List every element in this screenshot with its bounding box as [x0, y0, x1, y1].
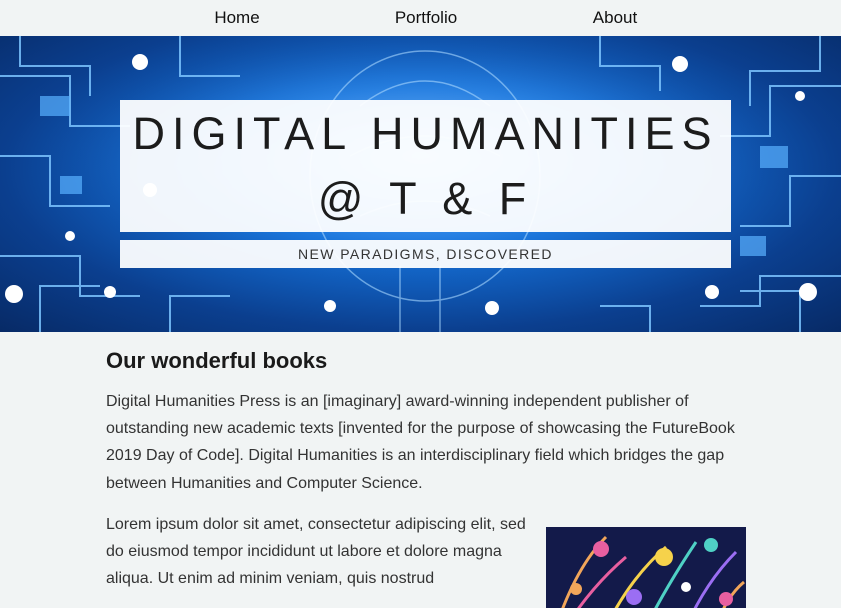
hero-banner: DIGITAL HUMANITIES @ T & F NEW PARADIGMS… [0, 36, 841, 332]
floral-pattern [561, 535, 745, 608]
nav-portfolio-link[interactable]: Portfolio [395, 8, 457, 28]
nav-about-link[interactable]: About [593, 8, 637, 28]
site-title-box: DIGITAL HUMANITIES @ T & F [120, 100, 731, 232]
intro-paragraph: Digital Humanities Press is an [imaginar… [106, 393, 735, 492]
site-subtitle-box: NEW PARADIGMS, DISCOVERED [120, 240, 731, 268]
book-cover-image[interactable] [546, 526, 746, 608]
section-heading: Our wonderful books [106, 348, 328, 373]
main-content: Our wonderful books Digital Humanities P… [106, 348, 746, 608]
site-title-line1: DIGITAL HUMANITIES [132, 108, 719, 159]
nav-home-link[interactable]: Home [214, 8, 259, 28]
book-section: Lorem ipsum dolor sit amet, consectetur … [106, 511, 746, 608]
site-subtitle: NEW PARADIGMS, DISCOVERED [298, 246, 553, 262]
top-nav: Home Portfolio About [0, 0, 841, 36]
site-title-line2: @ T & F [317, 173, 534, 224]
lorem-paragraph: Lorem ipsum dolor sit amet, consectetur … [106, 515, 526, 588]
